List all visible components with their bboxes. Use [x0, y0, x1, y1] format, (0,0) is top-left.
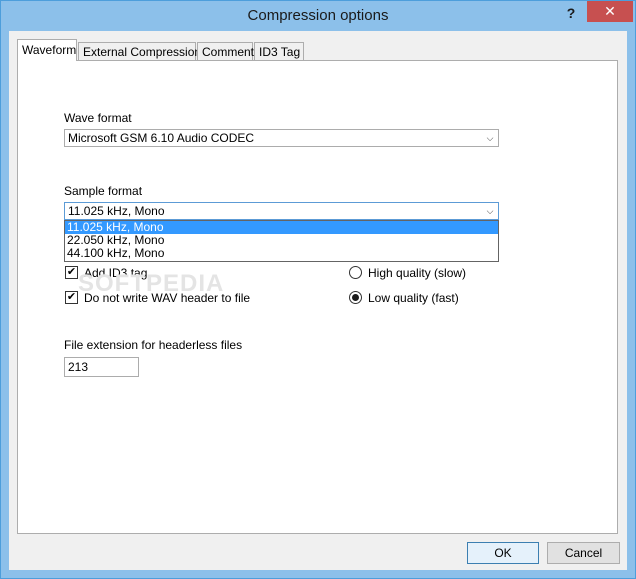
tab-id3-tag[interactable]: ID3 Tag	[254, 42, 304, 60]
title-bar[interactable]: Compression options ? ✕	[1, 1, 635, 31]
dialog-client-area: Waveform External Compression Comment ID…	[9, 31, 627, 570]
wave-format-value: Microsoft GSM 6.10 Audio CODEC	[68, 131, 255, 145]
dialog-window: Compression options ? ✕ Waveform Externa…	[0, 0, 636, 579]
add-id3-tag-checkbox[interactable]: ✔	[65, 266, 78, 279]
sample-format-value: 11.025 kHz, Mono	[68, 204, 165, 218]
tab-external-compression[interactable]: External Compression	[78, 42, 201, 60]
sample-format-label: Sample format	[64, 184, 143, 198]
file-extension-input[interactable]: 213	[64, 357, 139, 377]
high-quality-label: High quality (slow)	[368, 266, 467, 280]
sample-format-select[interactable]: 11.025 kHz, Mono ⌵	[64, 202, 499, 220]
low-quality-radio[interactable]	[349, 291, 362, 304]
no-wav-header-checkbox[interactable]: ✔	[65, 291, 78, 304]
waveform-panel: Wave format Microsoft GSM 6.10 Audio COD…	[17, 60, 618, 534]
close-button[interactable]: ✕	[587, 1, 633, 22]
chevron-down-icon[interactable]: ⌵	[485, 203, 495, 219]
help-button[interactable]: ?	[556, 2, 586, 24]
tab-comment[interactable]: Comment	[197, 42, 254, 60]
high-quality-radio[interactable]	[349, 266, 362, 279]
add-id3-tag-label: Add ID3 tag	[84, 266, 148, 280]
radio-selected-dot	[352, 294, 359, 301]
wave-format-label: Wave format	[64, 111, 132, 125]
file-extension-label: File extension for headerless files	[64, 338, 243, 352]
window-title: Compression options	[247, 7, 389, 24]
no-wav-header-label: Do not write WAV header to file	[84, 291, 251, 305]
tab-waveform[interactable]: Waveform	[17, 39, 77, 61]
ok-button[interactable]: OK	[467, 542, 539, 564]
chevron-down-icon[interactable]: ⌵	[485, 130, 495, 146]
sample-format-option-44100[interactable]: 44.100 kHz, Mono	[65, 247, 498, 260]
low-quality-label: Low quality (fast)	[368, 291, 459, 305]
cancel-button[interactable]: Cancel	[547, 542, 620, 564]
wave-format-select[interactable]: Microsoft GSM 6.10 Audio CODEC ⌵	[64, 129, 499, 147]
sample-format-dropdown-list: 11.025 kHz, Mono 22.050 kHz, Mono 44.100…	[64, 220, 499, 262]
